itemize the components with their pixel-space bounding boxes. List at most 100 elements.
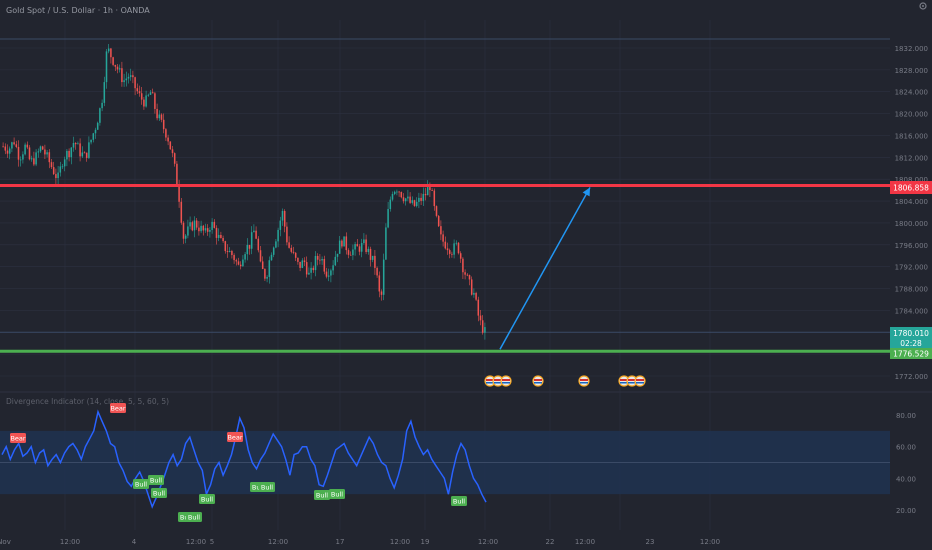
candle-body bbox=[114, 64, 117, 67]
candle-body bbox=[156, 108, 158, 119]
candle-body bbox=[297, 257, 299, 262]
candle-body bbox=[448, 250, 451, 254]
candle-body bbox=[466, 274, 469, 276]
candle-body bbox=[283, 210, 286, 227]
candle-body bbox=[411, 200, 414, 203]
candle-body bbox=[389, 199, 392, 209]
candle-body bbox=[19, 159, 22, 161]
bear-divergence-label: Bear bbox=[10, 433, 26, 443]
candle-body bbox=[154, 93, 156, 109]
candle-body bbox=[275, 241, 277, 248]
candle-body bbox=[259, 250, 262, 262]
candle-body bbox=[360, 243, 363, 252]
candle-body bbox=[160, 114, 163, 120]
candle-body bbox=[387, 208, 389, 228]
support-badge: 1776.529 bbox=[890, 348, 932, 359]
us-flag-event-icon[interactable] bbox=[500, 375, 512, 387]
candle-body bbox=[116, 66, 119, 70]
bear-divergence-label: Bear bbox=[110, 403, 126, 413]
candle-body bbox=[206, 228, 209, 232]
candle-body bbox=[182, 222, 185, 239]
candle-body bbox=[473, 292, 475, 295]
candle-body bbox=[138, 91, 141, 94]
time-tick-label: Nov bbox=[0, 538, 11, 546]
candle-body bbox=[220, 234, 222, 239]
candle-body bbox=[94, 129, 97, 134]
svg-text:Bear: Bear bbox=[227, 434, 242, 442]
candle-body bbox=[257, 238, 260, 251]
candle-body bbox=[2, 146, 4, 148]
candle-body bbox=[338, 240, 341, 254]
us-flag-event-icon[interactable] bbox=[578, 375, 590, 387]
candle-body bbox=[127, 76, 130, 79]
time-tick-label: 19 bbox=[421, 538, 430, 546]
price-tick-label: 1796.000 bbox=[895, 242, 928, 250]
candle-body bbox=[88, 142, 90, 158]
candle-body bbox=[28, 147, 31, 160]
candle-body bbox=[314, 255, 317, 271]
candle-body bbox=[103, 82, 106, 103]
candle-body bbox=[123, 80, 125, 83]
time-tick-label: 5 bbox=[210, 538, 214, 546]
price-tick-label: 1784.000 bbox=[895, 307, 928, 315]
candle-body bbox=[316, 255, 319, 260]
candle-body bbox=[424, 193, 427, 196]
svg-text:Bull: Bull bbox=[135, 481, 147, 489]
candle-body bbox=[171, 149, 174, 154]
candle-body bbox=[136, 88, 139, 92]
candle-body bbox=[305, 262, 308, 275]
candle-body bbox=[325, 271, 328, 277]
svg-text:Bull: Bull bbox=[201, 496, 213, 504]
candle-body bbox=[435, 206, 438, 216]
price-tick-label: 1832.000 bbox=[895, 45, 928, 53]
candle-body bbox=[191, 222, 194, 231]
candle-body bbox=[8, 148, 11, 154]
candle-body bbox=[367, 248, 370, 252]
resistance-badge: 1806.858 bbox=[890, 181, 932, 194]
candle-body bbox=[68, 150, 70, 158]
us-flag-event-icon[interactable] bbox=[532, 375, 544, 387]
candle-body bbox=[202, 225, 205, 231]
candle-body bbox=[222, 238, 224, 242]
candle-body bbox=[281, 210, 284, 221]
candle-body bbox=[413, 200, 416, 206]
price-tick-label: 1816.000 bbox=[895, 132, 928, 140]
candle-body bbox=[213, 221, 216, 228]
candle-body bbox=[79, 143, 81, 157]
candle-body bbox=[35, 152, 37, 165]
candle-body bbox=[107, 48, 110, 52]
candle-body bbox=[176, 163, 178, 186]
candle-body bbox=[41, 146, 44, 150]
candle-body bbox=[402, 197, 405, 202]
candle-body bbox=[479, 315, 482, 321]
candle-body bbox=[105, 51, 108, 83]
rsi-tick-label: 20.00 bbox=[896, 507, 916, 515]
candle-body bbox=[63, 159, 66, 167]
candle-body bbox=[420, 197, 422, 201]
price-tick-label: 1772.000 bbox=[895, 373, 928, 381]
time-tick-label: 12:00 bbox=[268, 538, 288, 546]
svg-text:Bull: Bull bbox=[316, 492, 328, 500]
candle-body bbox=[37, 151, 40, 153]
candle-body bbox=[358, 246, 361, 252]
us-flag-event-icon[interactable] bbox=[634, 375, 646, 387]
candle-body bbox=[292, 251, 295, 253]
candle-body bbox=[193, 220, 196, 231]
bull-divergence-label: Bull bbox=[199, 494, 215, 504]
svg-text:Bull: Bull bbox=[331, 491, 343, 499]
candle-body bbox=[187, 226, 189, 236]
candle-body bbox=[312, 267, 315, 271]
price-tick-label: 1788.000 bbox=[895, 286, 928, 294]
trading-chart[interactable]: Gold Spot / U.S. Dollar · 1h · OANDA 183… bbox=[0, 0, 932, 550]
candle-body bbox=[55, 174, 57, 179]
candle-body bbox=[57, 172, 59, 179]
candle-body bbox=[52, 167, 55, 175]
candle-body bbox=[369, 248, 372, 260]
candle-body bbox=[409, 196, 411, 203]
candle-body bbox=[167, 137, 169, 142]
candle-body bbox=[288, 242, 290, 248]
candle-body bbox=[211, 221, 213, 230]
candle-body bbox=[286, 226, 288, 243]
candle-body bbox=[380, 291, 383, 295]
candle-body bbox=[264, 269, 266, 279]
